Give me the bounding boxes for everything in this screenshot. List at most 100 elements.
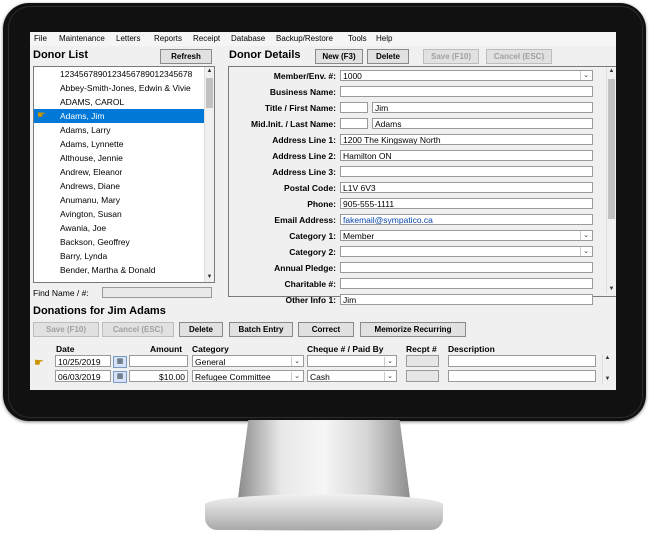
donor-list-scrollbar[interactable]: ▲ ▼: [204, 67, 214, 282]
list-item[interactable]: Avington, Susan: [34, 207, 204, 221]
calendar-icon[interactable]: ▦: [113, 371, 127, 383]
member-select[interactable]: 1000 ⌄: [340, 70, 593, 81]
scroll-down-icon[interactable]: ▼: [607, 285, 616, 294]
column-header-date: Date: [56, 344, 75, 354]
details-scrollbar[interactable]: ▲ ▼: [606, 67, 616, 294]
first-name-input[interactable]: Jim: [372, 102, 593, 113]
delete-donation-button[interactable]: Delete: [179, 322, 223, 337]
chevron-down-icon[interactable]: ⌄: [580, 247, 591, 256]
donation-date-input[interactable]: 06/03/2019: [55, 370, 111, 382]
annual-pledge-input[interactable]: [340, 262, 593, 273]
middle-initial-input[interactable]: [340, 118, 368, 129]
refresh-button[interactable]: Refresh: [160, 49, 212, 64]
last-name-input[interactable]: Adams: [372, 118, 593, 129]
chevron-down-icon[interactable]: ⌄: [580, 231, 591, 240]
chevron-down-icon[interactable]: ⌄: [384, 357, 395, 366]
menu-tools[interactable]: Tools: [348, 34, 367, 43]
annual-pledge-label: Annual Pledge:: [274, 263, 336, 273]
menu-help[interactable]: Help: [376, 34, 392, 43]
menu-file[interactable]: File: [34, 34, 47, 43]
new-donor-button[interactable]: New (F3): [315, 49, 363, 64]
donation-date-input[interactable]: 10/25/2019: [55, 355, 111, 367]
save-donor-button[interactable]: Save (F10): [423, 49, 479, 64]
phone-input[interactable]: 905-555-1111: [340, 198, 593, 209]
other-info-label: Other Info 1:: [285, 295, 336, 305]
email-link[interactable]: fakemail@sympatico.ca: [343, 215, 433, 224]
scroll-up-icon[interactable]: ▲: [607, 67, 616, 76]
menu-receipt[interactable]: Receipt: [193, 34, 220, 43]
column-header-recpt: Recpt #: [406, 344, 437, 354]
donation-category-select[interactable]: Refugee Committee ⌄: [192, 370, 304, 382]
memorize-recurring-button[interactable]: Memorize Recurring: [360, 322, 466, 337]
donation-category-select[interactable]: General ⌄: [192, 355, 304, 367]
category2-select[interactable]: ⌄: [340, 246, 593, 257]
donations-title: Donations for Jim Adams: [33, 305, 166, 317]
column-header-amount: Amount: [150, 344, 183, 354]
list-item[interactable]: Anumanu, Mary: [34, 193, 204, 207]
monitor-stand-base: [205, 494, 443, 530]
menu-maintenance[interactable]: Maintenance: [59, 34, 105, 43]
scroll-thumb[interactable]: [608, 79, 615, 219]
mid-last-name-label: Mid.Init. / Last Name:: [250, 119, 336, 129]
category1-select[interactable]: Member ⌄: [340, 230, 593, 241]
chevron-down-icon[interactable]: ⌄: [580, 71, 591, 80]
list-item[interactable]: Backson, Geoffrey: [34, 235, 204, 249]
scroll-thumb[interactable]: [206, 78, 213, 108]
menu-reports[interactable]: Reports: [154, 34, 182, 43]
address2-input[interactable]: Hamilton ON: [340, 150, 593, 161]
address3-input[interactable]: [340, 166, 593, 177]
member-label: Member/Env. #:: [273, 71, 336, 81]
menu-letters[interactable]: Letters: [116, 34, 140, 43]
donation-cheque-select[interactable]: ⌄: [307, 355, 397, 367]
list-item[interactable]: Abbey-Smith-Jones, Edwin & Vivie: [34, 81, 204, 95]
menu-database[interactable]: Database: [231, 34, 265, 43]
scroll-down-icon[interactable]: ▼: [603, 375, 612, 384]
donation-cheque-select[interactable]: Cash ⌄: [307, 370, 397, 382]
list-item[interactable]: Awania, Joe: [34, 221, 204, 235]
donation-description-input[interactable]: [448, 370, 596, 382]
list-item[interactable]: Bender, Martha & Donald: [34, 263, 204, 277]
chevron-down-icon[interactable]: ⌄: [384, 372, 395, 381]
donations-scrollbar[interactable]: ▲ ▼: [602, 354, 612, 384]
list-item-selected[interactable]: ☛ Adams, Jim: [34, 109, 204, 123]
find-name-input[interactable]: [102, 287, 212, 298]
list-item[interactable]: Andrew, Eleanor: [34, 165, 204, 179]
cancel-donation-button[interactable]: Cancel (ESC): [102, 322, 174, 337]
list-item[interactable]: ADAMS, CAROL: [34, 95, 204, 109]
save-donation-button[interactable]: Save (F10): [33, 322, 99, 337]
chevron-down-icon[interactable]: ⌄: [291, 357, 302, 366]
list-item[interactable]: Barry, Lynda: [34, 249, 204, 263]
donation-amount-input[interactable]: [129, 355, 188, 367]
donation-description-input[interactable]: [448, 355, 596, 367]
cancel-donor-button[interactable]: Cancel (ESC): [486, 49, 552, 64]
list-item[interactable]: 1234567890123456789012345678: [34, 67, 204, 81]
list-item[interactable]: Adams, Larry: [34, 123, 204, 137]
donor-details-title: Donor Details: [229, 49, 301, 61]
address1-label: Address Line 1:: [272, 135, 336, 145]
address2-label: Address Line 2:: [272, 151, 336, 161]
list-item[interactable]: Adams, Lynnette: [34, 137, 204, 151]
donation-amount-input[interactable]: $10.00: [129, 370, 188, 382]
delete-donor-button[interactable]: Delete: [367, 49, 409, 64]
email-input[interactable]: fakemail@sympatico.ca: [340, 214, 593, 225]
correct-button[interactable]: Correct: [298, 322, 354, 337]
charitable-number-input[interactable]: [340, 278, 593, 289]
postal-code-label: Postal Code:: [284, 183, 336, 193]
donor-list[interactable]: 1234567890123456789012345678 Abbey-Smith…: [33, 66, 215, 283]
title-input[interactable]: [340, 102, 368, 113]
scroll-down-icon[interactable]: ▼: [205, 273, 214, 282]
calendar-icon[interactable]: ▦: [113, 356, 127, 368]
other-info-input[interactable]: Jim: [340, 294, 593, 305]
menu-backup-restore[interactable]: Backup/Restore: [276, 34, 333, 43]
business-name-input[interactable]: [340, 86, 593, 97]
scroll-up-icon[interactable]: ▲: [603, 354, 612, 363]
list-item[interactable]: Andrews, Diane: [34, 179, 204, 193]
batch-entry-button[interactable]: Batch Entry: [229, 322, 293, 337]
address1-input[interactable]: 1200 The Kingsway North: [340, 134, 593, 145]
postal-code-input[interactable]: L1V 6V3: [340, 182, 593, 193]
chevron-down-icon[interactable]: ⌄: [291, 372, 302, 381]
list-item[interactable]: Althouse, Jennie: [34, 151, 204, 165]
scroll-up-icon[interactable]: ▲: [205, 67, 214, 76]
donation-receipt-number: [406, 355, 439, 367]
monitor-stand-neck: [238, 420, 410, 498]
